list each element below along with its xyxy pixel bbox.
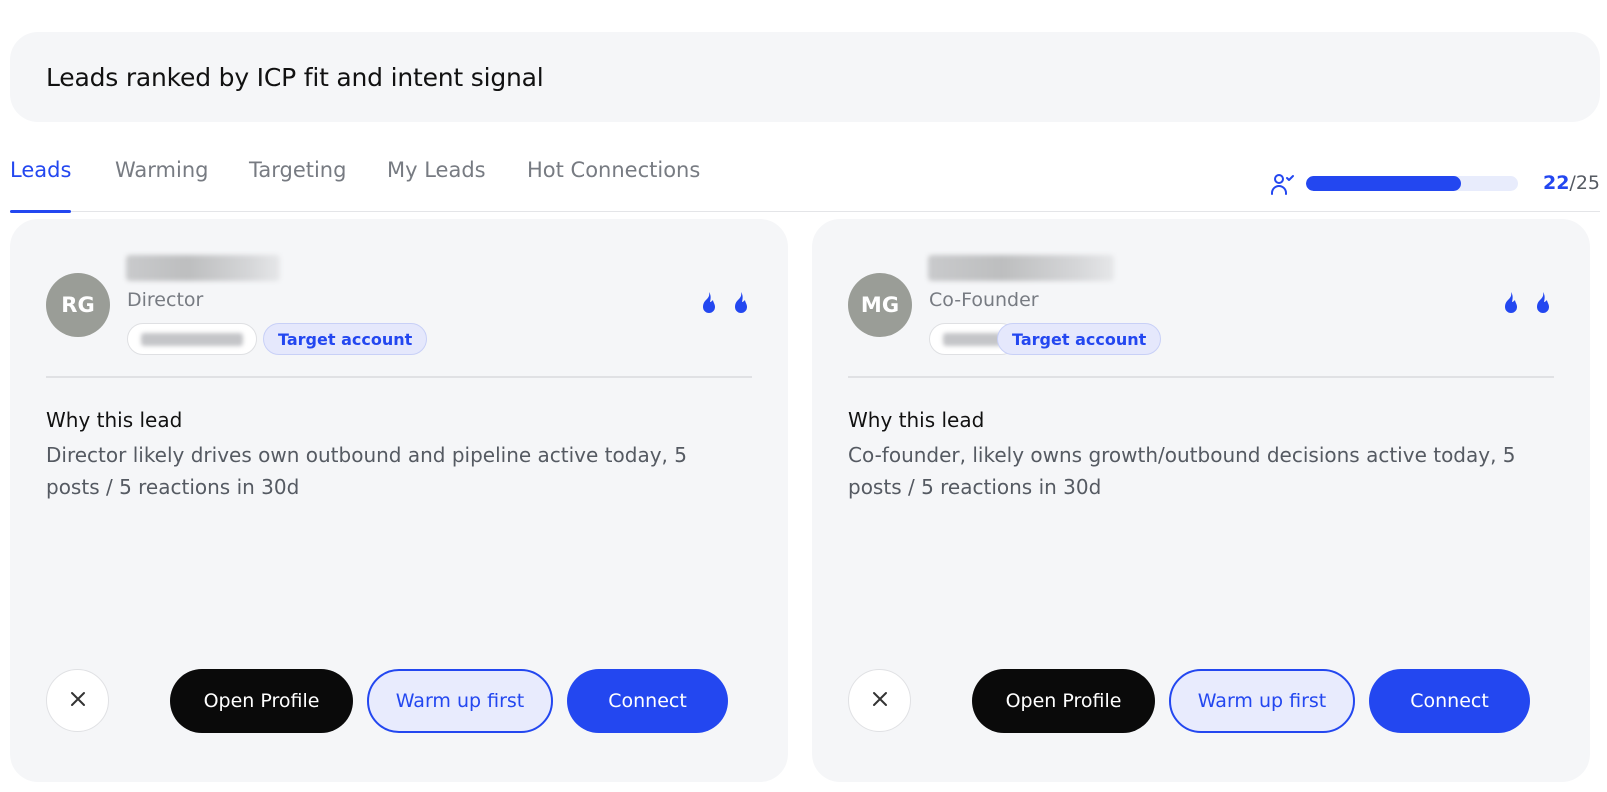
close-icon — [872, 690, 888, 712]
page-title: Leads ranked by ICP fit and intent signa… — [46, 62, 544, 92]
close-icon — [70, 690, 86, 712]
tab-bar: Leads Warming Targeting My Leads Hot Con… — [10, 150, 1600, 213]
lead-role: Director — [127, 289, 204, 311]
why-this-lead-heading: Why this lead — [848, 408, 985, 432]
connect-button[interactable]: Connect — [1369, 669, 1530, 733]
why-this-lead-text: Director likely drives own outbound and … — [46, 443, 687, 499]
dismiss-button[interactable] — [848, 669, 911, 732]
lead-name-redacted — [928, 255, 1114, 281]
connect-button[interactable]: Connect — [567, 669, 728, 733]
lead-role: Co-Founder — [929, 289, 1039, 311]
progress-current: 22 — [1542, 172, 1570, 194]
progress-fill — [1306, 176, 1461, 191]
tab-my-leads[interactable]: My Leads — [387, 158, 486, 212]
progress-total: /25 — [1569, 172, 1600, 194]
header-bar: Leads ranked by ICP fit and intent signa… — [10, 32, 1600, 122]
progress-count: 22/25 — [1543, 172, 1600, 194]
target-account-badge: Target account — [997, 323, 1162, 355]
warm-up-button[interactable]: Warm up first — [367, 669, 553, 733]
warm-up-button[interactable]: Warm up first — [1169, 669, 1355, 733]
open-profile-button[interactable]: Open Profile — [972, 669, 1155, 733]
why-this-lead-text: Co-founder, likely owns growth/outbound … — [848, 443, 1516, 499]
divider — [848, 376, 1554, 378]
tab-leads[interactable]: Leads — [10, 158, 72, 213]
intent-flames — [698, 291, 750, 319]
quota-progress: 22/25 — [1270, 172, 1600, 196]
divider — [46, 376, 752, 378]
lead-name-redacted — [126, 255, 280, 281]
flame-icon — [1532, 291, 1552, 319]
flame-icon — [1500, 291, 1520, 319]
flame-icon — [730, 291, 750, 319]
intent-flames — [1500, 291, 1552, 319]
tab-hot-connections[interactable]: Hot Connections — [527, 158, 700, 212]
avatar: RG — [46, 273, 110, 337]
why-this-lead-heading: Why this lead — [46, 408, 183, 432]
lead-card: RG Director Target account Why this lead… — [10, 219, 788, 782]
target-account-badge: Target account — [263, 323, 428, 355]
progress-bar — [1306, 176, 1518, 191]
avatar: MG — [848, 273, 912, 337]
open-profile-button[interactable]: Open Profile — [170, 669, 353, 733]
dismiss-button[interactable] — [46, 669, 109, 732]
tab-targeting[interactable]: Targeting — [249, 158, 346, 212]
user-check-icon — [1270, 172, 1296, 196]
flame-icon — [698, 291, 718, 319]
tab-warming[interactable]: Warming — [115, 158, 209, 212]
company-pill-redacted — [127, 323, 257, 355]
lead-card: MG Co-Founder Target account Why this le… — [812, 219, 1590, 782]
